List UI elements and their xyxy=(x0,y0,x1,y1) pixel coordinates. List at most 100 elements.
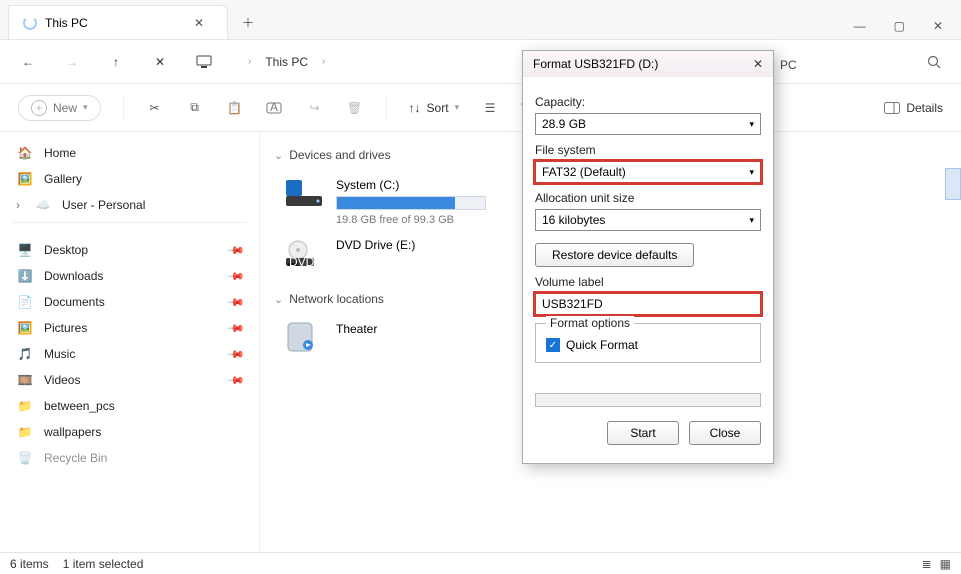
window-close-icon[interactable]: ✕ xyxy=(933,19,943,33)
sidebar-item-label: Pictures xyxy=(44,321,87,335)
drive-icon xyxy=(284,178,324,208)
breadcrumb[interactable]: › This PC › xyxy=(248,55,325,69)
sidebar-item-label: Videos xyxy=(44,373,80,387)
sidebar-item-label: Downloads xyxy=(44,269,103,283)
sort-icon: ↑↓ xyxy=(409,101,421,115)
folder-icon: 📁 xyxy=(16,399,34,413)
sidebar-item-wallpapers[interactable]: 📁wallpapers xyxy=(4,419,255,445)
svg-text:DVD: DVD xyxy=(289,255,315,268)
loading-spinner-icon xyxy=(23,16,37,30)
status-item-count: 6 items xyxy=(10,557,49,571)
dialog-close-icon[interactable]: ✕ xyxy=(753,57,763,71)
sidebar-item-label: Music xyxy=(44,347,75,361)
sidebar-item-recycle-bin[interactable]: 🗑️Recycle Bin xyxy=(4,445,255,471)
section-title: Network locations xyxy=(289,292,384,306)
share-icon[interactable]: ↪ xyxy=(306,101,324,115)
refresh-close-icon[interactable]: ✕ xyxy=(152,55,168,69)
copy-icon[interactable]: ⧉ xyxy=(186,100,204,115)
drive-name: System (C:) xyxy=(336,178,486,192)
start-button[interactable]: Start xyxy=(607,421,679,445)
sidebar-item-user-personal[interactable]: › ☁️ User - Personal xyxy=(4,192,255,218)
allocation-label: Allocation unit size xyxy=(535,191,761,205)
sidebar-item-label: User - Personal xyxy=(62,198,145,212)
music-icon: 🎵 xyxy=(16,347,34,361)
sort-button[interactable]: ↑↓ Sort ▾ xyxy=(409,101,460,115)
chevron-down-icon: ▾ xyxy=(749,119,754,130)
sidebar-item-between-pcs[interactable]: 📁 between_pcs xyxy=(4,393,255,419)
documents-icon: 📄 xyxy=(16,295,34,309)
crumb-trail-pc: PC xyxy=(780,58,797,72)
gallery-icon: 🖼️ xyxy=(16,172,34,186)
grid-view-icon[interactable]: ▦ xyxy=(940,557,951,571)
pin-icon: 📌 xyxy=(227,319,246,338)
chevron-down-icon: ▾ xyxy=(83,102,88,113)
up-icon[interactable]: ↑ xyxy=(108,55,124,69)
forward-icon[interactable]: → xyxy=(64,55,80,69)
crumb-this-pc[interactable]: This PC xyxy=(265,55,308,69)
details-button[interactable]: Details xyxy=(884,101,943,115)
sidebar-item-music[interactable]: 🎵 Music 📌 xyxy=(4,341,255,367)
chevron-right-icon: › xyxy=(248,56,251,67)
sidebar-item-label: Documents xyxy=(44,295,105,309)
view-options-icon[interactable]: ☰ xyxy=(481,101,499,115)
back-icon[interactable]: ← xyxy=(20,55,36,69)
sidebar-item-downloads[interactable]: ⬇️Downloads📌 xyxy=(4,263,255,289)
allocation-select[interactable]: 16 kilobytes ▾ xyxy=(535,209,761,231)
plus-circle-icon: + xyxy=(31,100,47,116)
pin-icon: 📌 xyxy=(227,267,246,286)
filesystem-value: FAT32 (Default) xyxy=(542,165,626,179)
new-label: New xyxy=(53,101,77,115)
sidebar-item-gallery[interactable]: 🖼️ Gallery xyxy=(4,166,255,192)
sidebar-item-label: between_pcs xyxy=(44,399,115,413)
videos-icon: 🎞️ xyxy=(16,373,34,387)
sidebar-item-videos[interactable]: 🎞️Videos📌 xyxy=(4,367,255,393)
capacity-select[interactable]: 28.9 GB ▾ xyxy=(535,113,761,135)
cut-icon[interactable]: ✂ xyxy=(146,101,164,115)
quick-format-checkbox[interactable]: ✓ Quick Format xyxy=(546,338,750,352)
desktop-icon: 🖥️ xyxy=(16,243,34,257)
chevron-right-icon: › xyxy=(16,198,24,212)
sidebar-item-pictures[interactable]: 🖼️ Pictures 📌 xyxy=(4,315,255,341)
list-view-icon[interactable]: ≣ xyxy=(922,557,932,571)
sidebar-item-home[interactable]: 🏠 Home xyxy=(4,140,255,166)
media-device-icon xyxy=(284,322,324,352)
pin-icon: 📌 xyxy=(227,241,246,260)
tab-close-icon[interactable]: ✕ xyxy=(185,16,213,30)
paste-icon[interactable]: 📋 xyxy=(226,101,244,115)
minimize-icon[interactable]: — xyxy=(854,19,866,33)
sidebar-item-label: Home xyxy=(44,146,76,160)
chevron-down-icon: ▾ xyxy=(455,102,460,113)
chevron-down-icon: ⌄ xyxy=(274,293,283,306)
chevron-down-icon: ▾ xyxy=(749,215,754,226)
close-button[interactable]: Close xyxy=(689,421,761,445)
pictures-icon: 🖼️ xyxy=(16,321,34,335)
rename-icon[interactable]: A xyxy=(266,101,284,115)
maximize-icon[interactable]: ▢ xyxy=(894,19,905,33)
delete-icon[interactable]: 🗑 xyxy=(346,101,364,115)
tab-this-pc[interactable]: This PC ✕ xyxy=(8,5,228,39)
allocation-value: 16 kilobytes xyxy=(542,213,605,227)
sidebar-item-documents[interactable]: 📄Documents📌 xyxy=(4,289,255,315)
dialog-titlebar[interactable]: Format USB321FD (D:) ✕ xyxy=(523,51,773,77)
sidebar-item-label: Recycle Bin xyxy=(44,451,107,465)
tab-title: This PC xyxy=(45,16,88,30)
pin-icon: 📌 xyxy=(227,345,246,364)
monitor-icon[interactable] xyxy=(196,55,212,69)
filesystem-select[interactable]: FAT32 (Default) ▾ xyxy=(535,161,761,183)
toolbar-separator xyxy=(386,97,387,119)
network-name: Theater xyxy=(336,322,377,336)
volume-label-label: Volume label xyxy=(535,275,761,289)
details-label: Details xyxy=(906,101,943,115)
restore-defaults-button[interactable]: Restore device defaults xyxy=(535,243,694,267)
dialog-title: Format USB321FD (D:) xyxy=(533,57,658,71)
section-title: Devices and drives xyxy=(289,148,390,162)
volume-label-input[interactable] xyxy=(535,293,761,315)
drive-free-text: 19.8 GB free of 99.3 GB xyxy=(336,214,486,226)
search-icon[interactable] xyxy=(927,55,941,69)
sidebar-item-desktop[interactable]: 🖥️Desktop📌 xyxy=(4,237,255,263)
dvd-drive-icon: DVD xyxy=(284,238,324,268)
folder-icon: 📁 xyxy=(16,425,34,439)
format-progress-bar xyxy=(535,393,761,407)
new-button[interactable]: + New ▾ xyxy=(18,95,101,121)
new-tab-button[interactable]: ＋ xyxy=(228,6,256,39)
